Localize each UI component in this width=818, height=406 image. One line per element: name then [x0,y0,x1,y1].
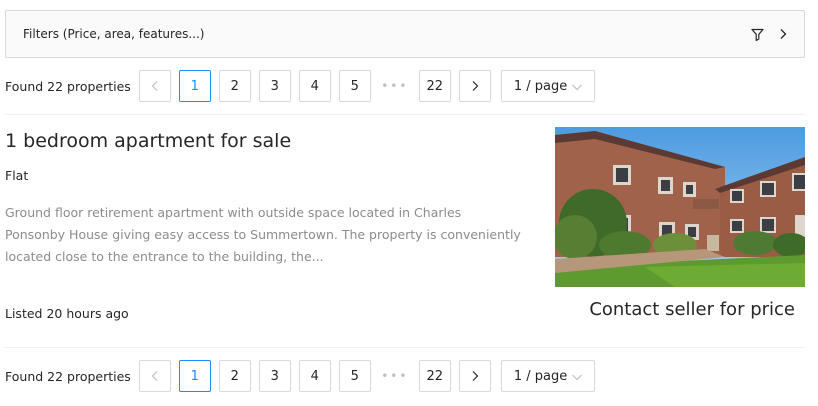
page-4-button[interactable]: 4 [298,70,331,102]
chevron-down-icon [571,374,582,381]
page-size-value: 1 / page [513,368,568,384]
page-2-button[interactable]: 2 [218,70,251,102]
page-2-button[interactable]: 2 [218,360,251,392]
last-page-button[interactable]: 22 [418,360,451,392]
property-photo[interactable] [555,127,805,287]
page-5-button[interactable]: 5 [338,70,371,102]
listing-type: Flat [5,168,29,183]
pagination-bottom: Found 22 properties 1 2 3 4 5 ••• 22 1 /… [5,360,805,392]
last-page-button[interactable]: 22 [418,70,451,102]
divider [5,347,805,348]
page-3-button[interactable]: 3 [258,360,291,392]
page-5-button[interactable]: 5 [338,360,371,392]
page-size-select[interactable]: 1 / page [500,70,595,102]
chevron-left-icon [151,81,158,91]
chevron-down-icon [571,84,582,91]
results-count: Found 22 properties [5,368,131,384]
next-page-button[interactable] [458,70,491,102]
chevron-right-icon [472,371,479,381]
chevron-right-icon [472,81,479,91]
divider [5,114,805,115]
jump-next-ellipsis[interactable]: ••• [378,70,411,102]
listing-price: Contact seller for price [589,299,795,320]
page-1-button[interactable]: 1 [178,70,211,102]
jump-next-ellipsis[interactable]: ••• [378,360,411,392]
page-size-select[interactable]: 1 / page [500,360,595,392]
filters-panel-header[interactable]: Filters (Price, area, features...) [5,10,805,58]
filters-label: Filters (Price, area, features...) [23,27,205,41]
page-3-button[interactable]: 3 [258,70,291,102]
page-size-value: 1 / page [513,78,568,94]
listing-date: Listed 20 hours ago [5,306,129,321]
page-1-button[interactable]: 1 [178,360,211,392]
prev-page-button[interactable] [138,360,171,392]
results-count: Found 22 properties [5,78,131,94]
next-page-button[interactable] [458,360,491,392]
listing-title[interactable]: 1 bedroom apartment for sale [5,130,291,152]
chevron-right-icon[interactable] [778,27,788,41]
filter-funnel-icon[interactable] [750,27,764,41]
page-4-button[interactable]: 4 [298,360,331,392]
pagination-top: Found 22 properties 1 2 3 4 5 ••• 22 1 /… [5,70,805,102]
chevron-left-icon [151,371,158,381]
prev-page-button[interactable] [138,70,171,102]
listing-description: Ground floor retirement apartment with o… [5,205,521,264]
